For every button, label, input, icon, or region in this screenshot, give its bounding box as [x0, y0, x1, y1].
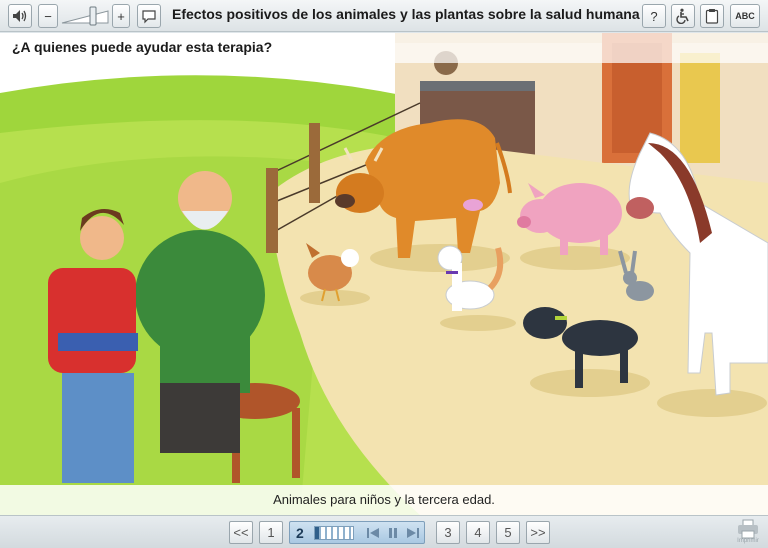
wheelchair-icon — [676, 8, 689, 24]
page-button-3[interactable]: 3 — [436, 521, 460, 544]
pause-icon[interactable] — [386, 526, 400, 540]
page-title: Efectos positivos de los animales y las … — [172, 6, 640, 22]
current-page-group: 2 — [289, 521, 425, 544]
question-text: ¿A quienes puede ayudar esta terapia? — [12, 39, 273, 55]
print-button[interactable]: Imprimir — [735, 519, 761, 547]
clipboard-icon — [705, 9, 719, 24]
rewind-icon[interactable] — [366, 526, 380, 540]
current-page-number: 2 — [296, 525, 304, 541]
forward-icon[interactable] — [406, 526, 420, 540]
volume-slider[interactable] — [60, 5, 110, 27]
page-button-1[interactable]: 1 — [259, 521, 283, 544]
question-band: ¿A quienes puede ayudar esta terapia? — [0, 33, 768, 63]
top-toolbar: − + Efectos positivos de los animales y … — [0, 0, 768, 32]
printer-icon — [738, 519, 758, 539]
illustration-area: ¿A quienes puede ayudar esta terapia? An… — [0, 33, 768, 515]
page-button-4[interactable]: 4 — [466, 521, 490, 544]
zoom-out-button[interactable]: − — [38, 4, 58, 28]
caption-text: Animales para niños y la tercera edad. — [273, 492, 495, 507]
clipboard-button[interactable] — [700, 4, 724, 28]
speaker-icon — [13, 10, 27, 22]
sound-button[interactable] — [8, 4, 32, 28]
page-button-5[interactable]: 5 — [496, 521, 520, 544]
last-page-button[interactable]: >> — [526, 521, 550, 544]
bottom-navigation: << 1 2 3 4 5 >> Imprimir — [0, 515, 768, 548]
accessibility-button[interactable] — [671, 4, 695, 28]
zoom-in-button[interactable]: + — [112, 4, 130, 28]
first-page-button[interactable]: << — [229, 521, 253, 544]
help-button[interactable]: ? — [642, 4, 666, 28]
print-label: Imprimir — [737, 538, 759, 544]
abc-button[interactable]: ABC — [730, 4, 760, 28]
caption-band: Animales para niños y la tercera edad. — [0, 485, 768, 515]
comment-button[interactable] — [137, 4, 161, 28]
speech-bubble-icon — [142, 9, 156, 23]
farm-illustration — [0, 33, 768, 515]
progress-bar — [314, 526, 354, 540]
progress-fill — [315, 527, 319, 539]
